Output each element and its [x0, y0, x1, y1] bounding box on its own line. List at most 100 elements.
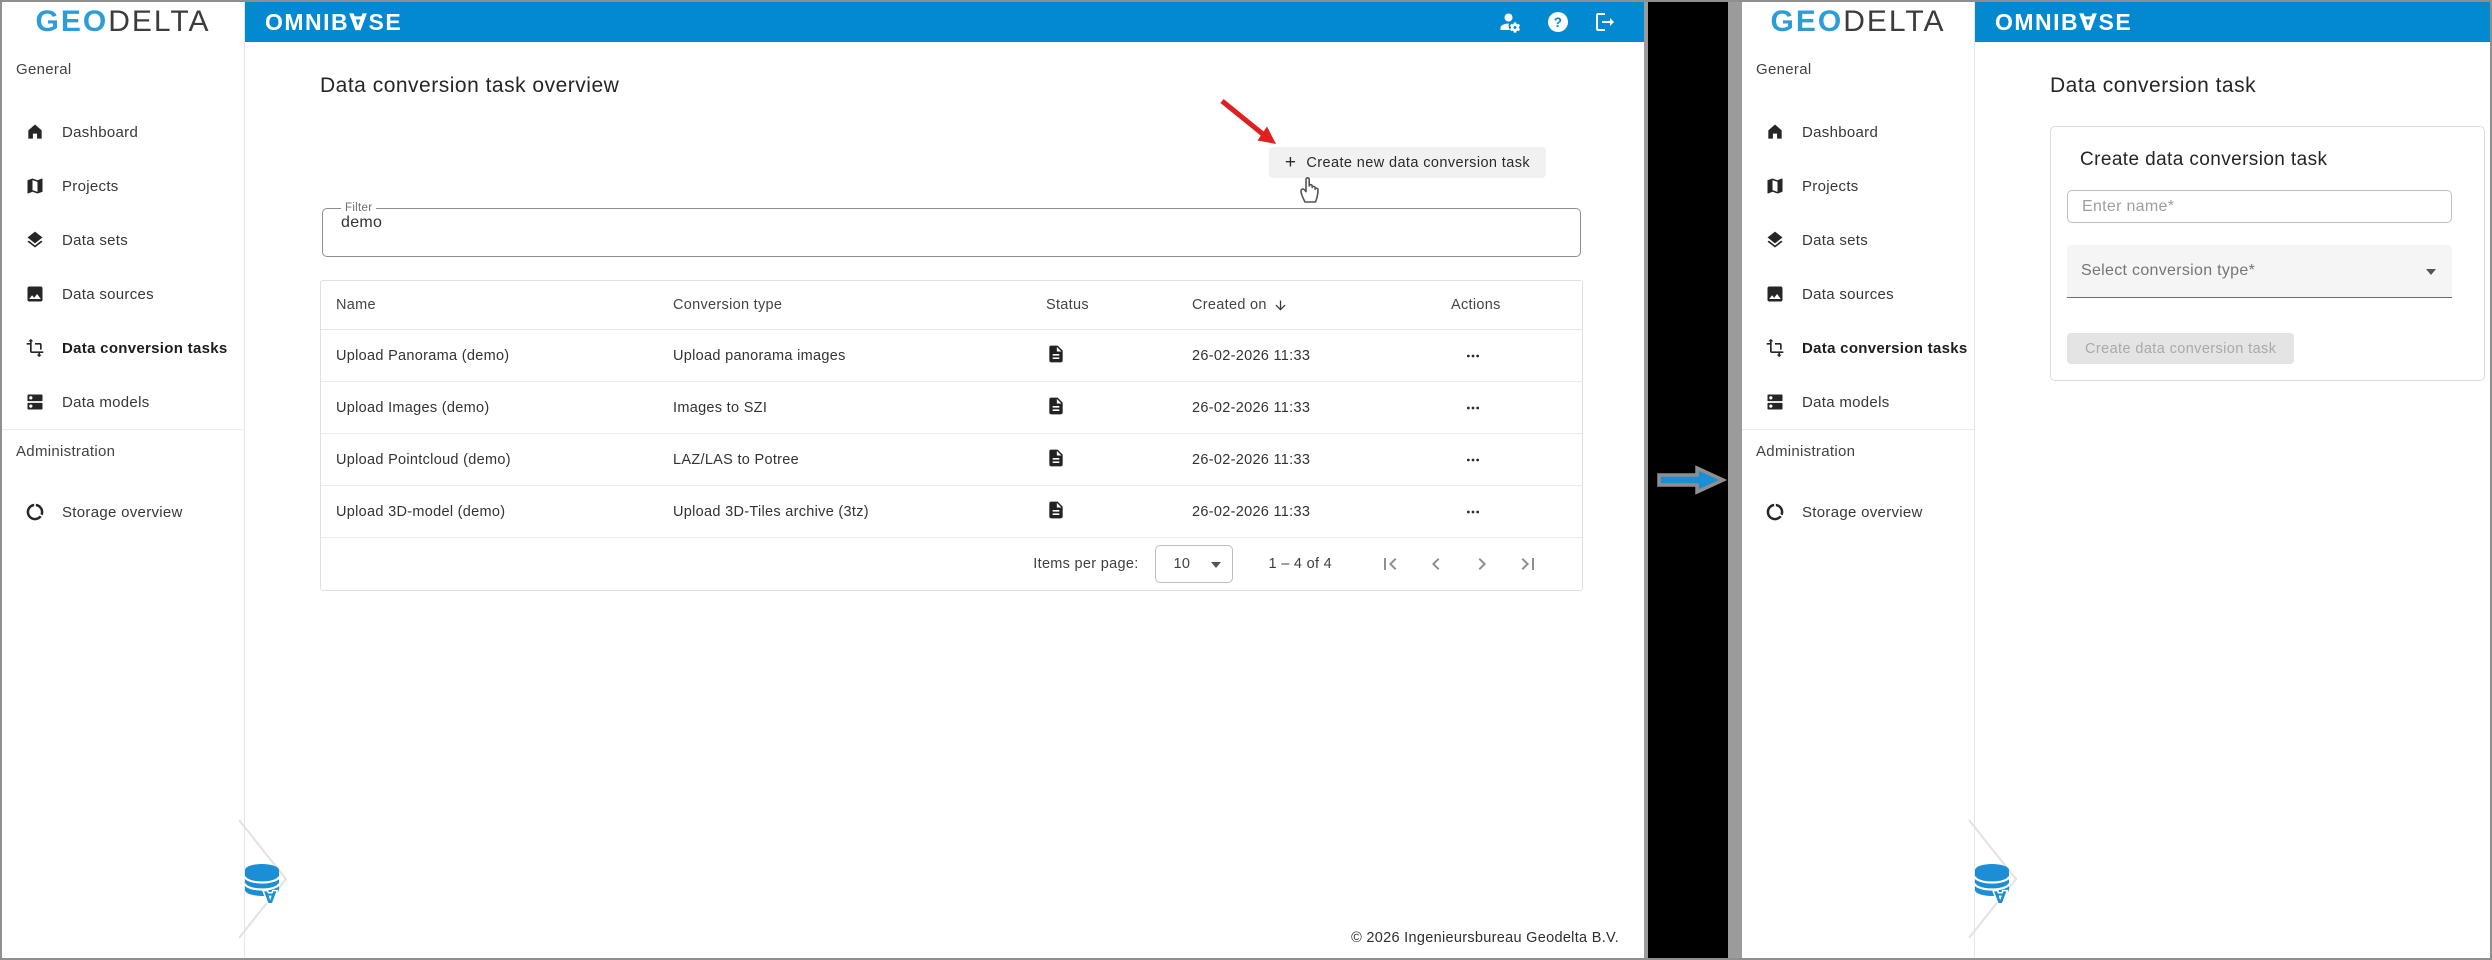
copyright-footer: © 2026 Ingenieursbureau Geodelta B.V.	[1351, 930, 1619, 946]
task-conversion-type: Upload 3D-Tiles archive (3tz)	[673, 503, 869, 520]
conversion-type-select[interactable]: Select conversion type*	[2067, 245, 2452, 298]
task-name: Upload Panorama (demo)	[336, 347, 510, 364]
document-status-icon	[1046, 500, 1066, 520]
sidebar-item-projects[interactable]: Projects	[2, 159, 244, 213]
sidebar-item-data-conversion-tasks[interactable]: Data conversion tasks	[1742, 321, 1974, 375]
column-header-actions: Actions	[1451, 297, 1501, 313]
items-per-page-select[interactable]: 10	[1154, 545, 1233, 583]
manage-accounts-icon[interactable]	[1499, 10, 1523, 34]
image-icon	[25, 284, 45, 304]
more-horiz-icon	[1466, 354, 1480, 357]
task-conversion-type: Upload panorama images	[673, 347, 846, 364]
sidebar-item-data-models[interactable]: Data models	[2, 375, 244, 429]
task-name-input[interactable]	[2067, 190, 2452, 223]
sidebar-item-storage-overview[interactable]: Storage overview	[1742, 485, 1974, 539]
create-new-data-conversion-task-button[interactable]: + Create new data conversion task	[1268, 147, 1546, 178]
omnibase-logo: OMNIB∀SE	[265, 8, 403, 35]
sidebar-item-dashboard[interactable]: Dashboard	[2, 105, 244, 159]
filter-input[interactable]	[339, 213, 1515, 233]
page-title: Data conversion task overview	[320, 74, 620, 97]
table-header-row: Name Conversion type Status Created on A…	[321, 281, 1582, 330]
sidebar-item-data-sources[interactable]: Data sources	[2, 267, 244, 321]
image-icon	[1765, 284, 1785, 304]
help-icon[interactable]: ?	[1546, 10, 1570, 34]
table-row: Upload Images (demo) Images to SZI 26-02…	[321, 382, 1582, 434]
sidebar-item-data-models[interactable]: Data models	[1742, 375, 1974, 429]
sidebar-item-data-sources[interactable]: Data sources	[1742, 267, 1974, 321]
conversion-type-placeholder: Select conversion type*	[2081, 262, 2256, 279]
table-row: Upload Pointcloud (demo) LAZ/LAS to Potr…	[321, 434, 1582, 486]
items-per-page-label: Items per page:	[1033, 556, 1139, 572]
table-row: Upload 3D-model (demo) Upload 3D-Tiles a…	[321, 486, 1582, 538]
chevron-left-icon	[1432, 558, 1440, 570]
sidebar-item-data-sets[interactable]: Data sets	[1742, 213, 1974, 267]
sidebar-section-general: General	[1756, 61, 1812, 78]
sidebar-section-administration: Administration	[1756, 443, 1856, 460]
sidebar-item-storage-overview[interactable]: Storage overview	[2, 485, 244, 539]
sidebar-divider	[1742, 429, 1974, 430]
table-pagination: Items per page: 10 1 – 4 of 4	[321, 538, 1582, 590]
logout-icon[interactable]	[1593, 10, 1617, 34]
layers-icon	[1765, 230, 1785, 250]
dns-icon	[1765, 392, 1785, 412]
data-usage-icon	[25, 502, 45, 522]
sidebar-item-dashboard[interactable]: Dashboard	[1742, 105, 1974, 159]
dns-icon	[25, 392, 45, 412]
geodelta-logo: GEO DELTA	[1770, 5, 1946, 38]
sort-descending-arrow-icon	[1273, 298, 1288, 313]
sidebar-item-data-sets[interactable]: Data sets	[2, 213, 244, 267]
page-range-label: 1 – 4 of 4	[1268, 556, 1332, 572]
sidebar-item-data-conversion-tasks[interactable]: Data conversion tasks	[2, 321, 244, 375]
sidebar-item-label: Storage overview	[62, 503, 183, 521]
tasks-table: Name Conversion type Status Created on A…	[320, 280, 1583, 591]
column-header-name[interactable]: Name	[321, 297, 673, 313]
sidebar-item-projects[interactable]: Projects	[1742, 159, 1974, 213]
task-conversion-type: LAZ/LAS to Potree	[673, 451, 799, 468]
sidebar-item-label: Data sources	[62, 285, 154, 303]
sidebar-item-label: Projects	[1802, 177, 1859, 195]
sidebar-item-label: Data sets	[1802, 231, 1869, 249]
first-page-icon	[1384, 558, 1397, 570]
sidebar-item-label: Dashboard	[1802, 123, 1879, 141]
task-created-on: 26-02-2026 11:33	[1192, 503, 1311, 520]
dropdown-arrow-icon	[1210, 562, 1221, 568]
sidebar-item-label: Dashboard	[62, 123, 139, 141]
row-actions-menu-button[interactable]	[1459, 446, 1487, 474]
row-actions-menu-button[interactable]	[1459, 498, 1487, 526]
document-status-icon	[1046, 448, 1066, 468]
row-actions-menu-button[interactable]	[1459, 394, 1487, 422]
overview-screen: GEO DELTA General Dashboard Projects Data…	[2, 2, 1644, 958]
omnibase-logo: OMNIB∀SE	[1995, 8, 2133, 35]
sidebar-item-label: Data conversion tasks	[1802, 339, 1968, 357]
home-icon	[1765, 122, 1785, 142]
plus-icon: +	[1284, 152, 1297, 173]
column-header-status[interactable]: Status	[1046, 297, 1192, 313]
task-name: Upload 3D-model (demo)	[336, 503, 506, 520]
card-heading: Create data conversion task	[2080, 149, 2328, 170]
next-page-button[interactable]	[1470, 552, 1494, 576]
topbar: OMNIB∀SE	[1975, 2, 2490, 42]
create-task-card: Create data conversion task Select conve…	[2050, 126, 2485, 381]
previous-page-button[interactable]	[1424, 552, 1448, 576]
last-page-icon	[1521, 558, 1534, 570]
last-page-button[interactable]	[1516, 552, 1540, 576]
column-header-conversion-type[interactable]: Conversion type	[673, 297, 1046, 313]
sidebar-item-label: Data models	[62, 393, 150, 411]
overview-content: Data conversion task overview + Create n…	[245, 42, 1644, 958]
more-horiz-icon	[1466, 406, 1480, 409]
topbar: OMNIB∀SE ?	[245, 2, 1644, 42]
task-created-on: 26-02-2026 11:33	[1192, 451, 1311, 468]
create-task-submit-button[interactable]: Create data conversion task	[2067, 333, 2295, 364]
sidebar-item-label: Data models	[1802, 393, 1890, 411]
task-name: Upload Pointcloud (demo)	[336, 451, 511, 468]
sidebar-item-label: Data sets	[62, 231, 129, 249]
first-page-button[interactable]	[1378, 552, 1402, 576]
sidebar-section-administration: Administration	[16, 443, 116, 460]
column-header-created-on[interactable]: Created on	[1192, 297, 1451, 313]
filter-field: Filter	[322, 202, 1581, 257]
home-icon	[25, 122, 45, 142]
row-actions-menu-button[interactable]	[1459, 342, 1487, 370]
page-title: Data conversion task	[2050, 74, 2257, 97]
transform-icon	[1765, 338, 1785, 358]
sidebar-item-label: Data sources	[1802, 285, 1894, 303]
